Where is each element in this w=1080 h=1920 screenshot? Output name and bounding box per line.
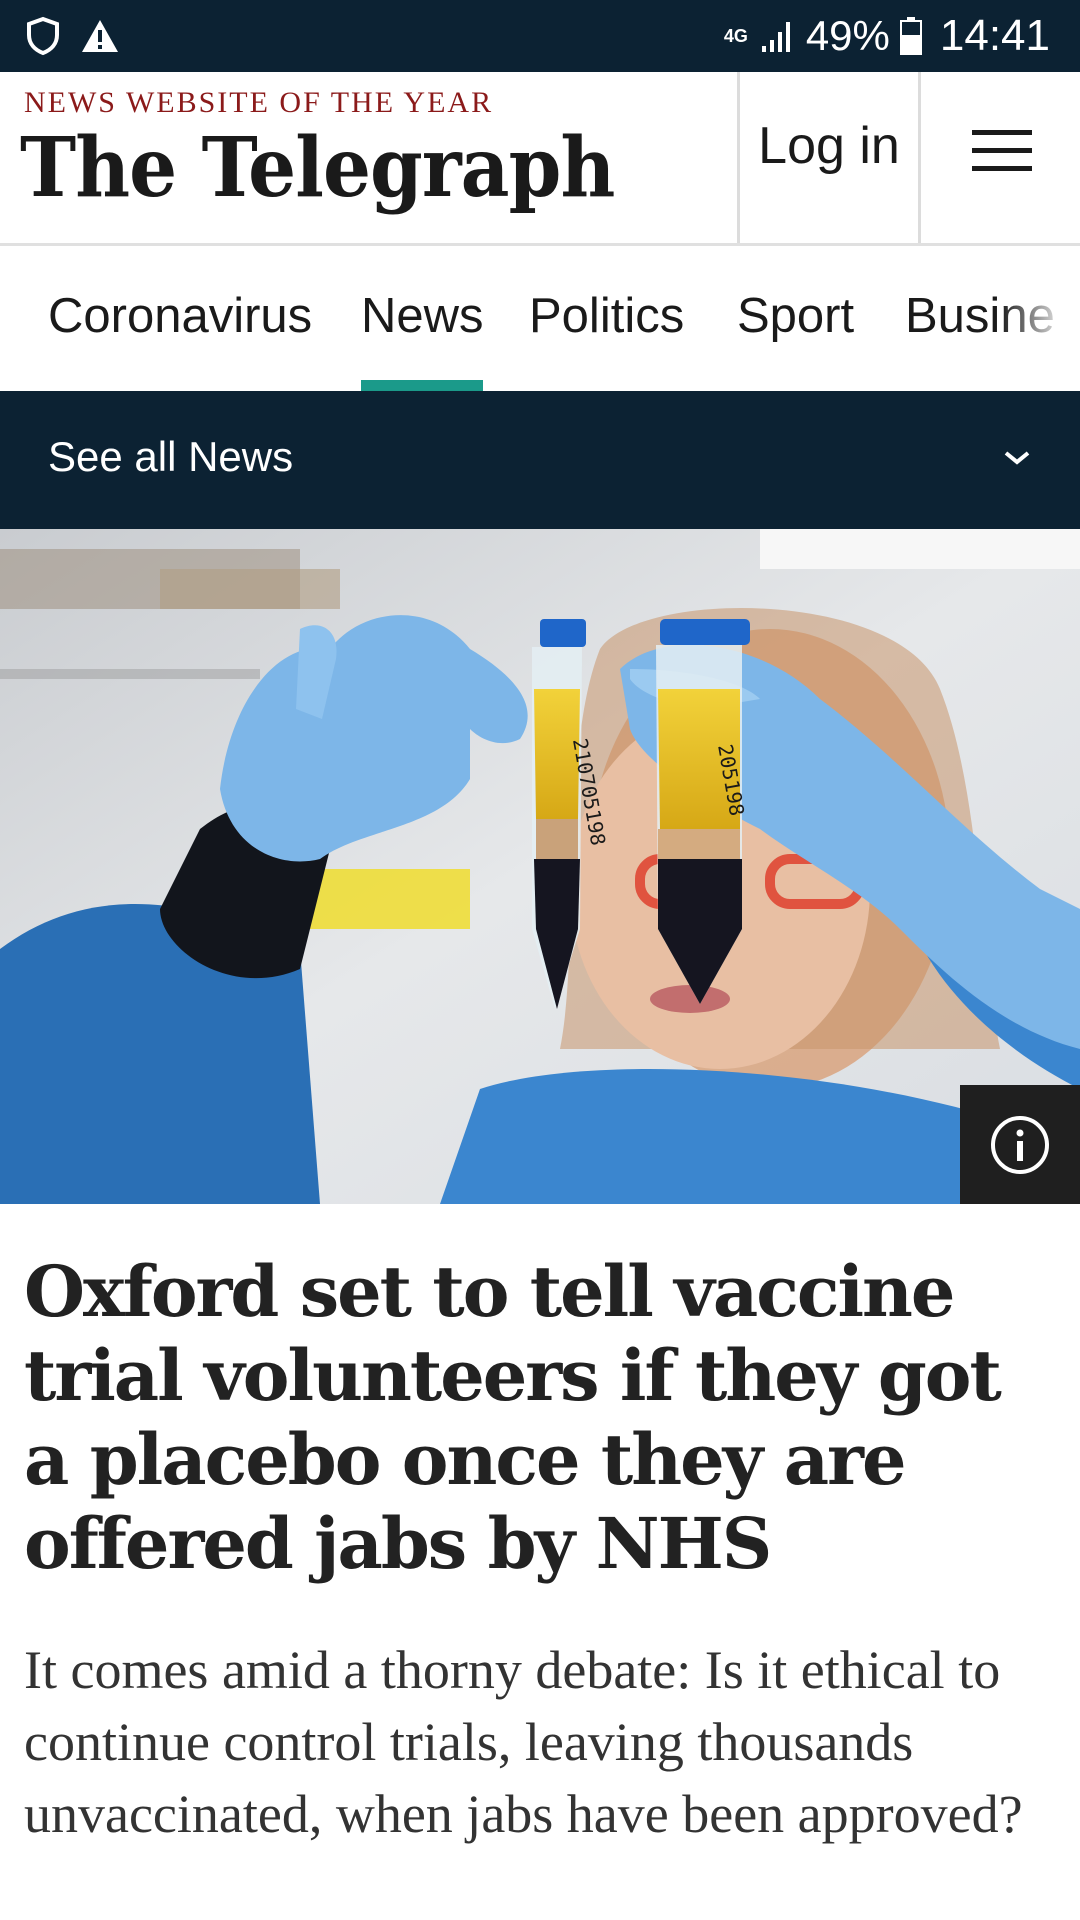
telegraph-logo[interactable]: The Telegraph: [20, 120, 615, 216]
clock: 14:41: [939, 11, 1050, 60]
nav-item-sport[interactable]: Sport: [737, 288, 854, 344]
site-header: NEWS WEBSITE OF THE YEAR The Telegraph L…: [0, 72, 1080, 246]
nav-item-politics[interactable]: Politics: [529, 288, 684, 344]
section-nav: Coronavirus News Politics Sport Busine: [0, 248, 1080, 391]
status-left-icons: [26, 12, 120, 60]
warning-icon: [82, 20, 118, 52]
article-headline[interactable]: Oxford set to tell vaccine trial volunte…: [24, 1250, 1054, 1586]
status-right-icons: 4G 49% 14:41: [722, 8, 1050, 64]
nav-item-news[interactable]: News: [361, 288, 484, 344]
active-tab-indicator: [361, 380, 483, 391]
battery-icon: [899, 17, 922, 55]
hamburger-menu-icon: [972, 130, 1032, 171]
status-bar: 4G 49% 14:41: [0, 0, 1080, 72]
article-standfirst: It comes amid a thorny debate: Is it eth…: [24, 1640, 1023, 1844]
image-info-button[interactable]: [960, 1085, 1080, 1204]
section-dropdown-label: See all News: [48, 433, 294, 480]
shield-icon: [27, 16, 59, 56]
lab-scientist-photo: 210705198 205198: [0, 529, 1080, 1204]
signal-icon: [761, 22, 790, 52]
network-badge: 4G: [723, 26, 748, 46]
nav-fade: [1000, 248, 1080, 391]
login-button[interactable]: Log in: [737, 72, 921, 243]
see-all-news-dropdown[interactable]: See all News: [0, 391, 1080, 529]
info-icon: [991, 1115, 1049, 1174]
menu-button[interactable]: [924, 72, 1080, 243]
tagline: NEWS WEBSITE OF THE YEAR: [24, 86, 494, 119]
hero-image[interactable]: 210705198 205198: [0, 529, 1080, 1204]
nav-item-coronavirus[interactable]: Coronavirus: [48, 288, 312, 344]
chevron-down-icon: [1004, 451, 1030, 465]
battery-percent: 49%: [805, 12, 890, 59]
